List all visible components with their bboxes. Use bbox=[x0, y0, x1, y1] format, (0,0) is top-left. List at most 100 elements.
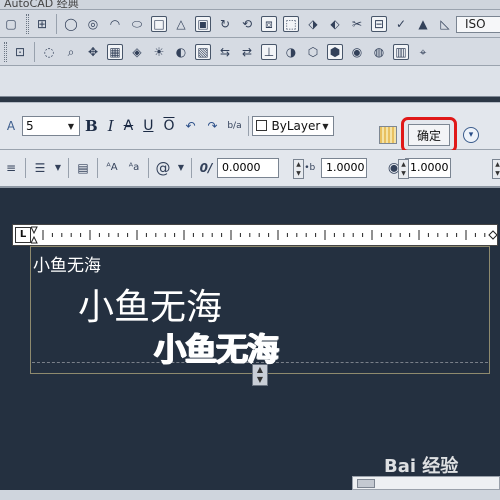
text-color-value: ByLayer bbox=[271, 119, 321, 133]
text-ruler[interactable]: L bbox=[12, 224, 498, 246]
union-tool-icon[interactable]: ⬚ bbox=[283, 15, 299, 32]
orbit-icon[interactable]: ◌ bbox=[41, 44, 57, 60]
justify-icon[interactable]: ≡ bbox=[3, 160, 19, 176]
width-spinner[interactable]: ▲ ▼ bbox=[492, 159, 500, 179]
array-icon[interactable]: ⊞ bbox=[34, 16, 50, 32]
workspace-label: AutoCAD 经典 bbox=[4, 0, 79, 10]
wireframe-icon[interactable]: ⬡ bbox=[305, 44, 321, 60]
cone-tool-icon[interactable]: △ bbox=[173, 16, 189, 32]
insert-field-icon[interactable]: ▤ bbox=[75, 160, 91, 176]
underline-button[interactable]: U bbox=[143, 118, 153, 134]
oblique-angle-icon: 0/ bbox=[199, 161, 213, 175]
symbol-icon[interactable]: @ bbox=[155, 160, 171, 176]
first-line-indent-marker bbox=[31, 226, 38, 235]
ruler-ticks bbox=[31, 226, 497, 244]
options-chevron-icon[interactable]: ▾ bbox=[463, 127, 479, 143]
sweep-tool-icon[interactable]: ⟲ bbox=[239, 16, 255, 32]
ok-button[interactable]: 确定 bbox=[408, 124, 450, 146]
toolbar-grip[interactable] bbox=[4, 41, 7, 62]
baidu-watermark: Bai 经验 bbox=[384, 456, 459, 477]
intersect-tool-icon[interactable]: ⬖ bbox=[327, 16, 343, 32]
italic-button[interactable]: I bbox=[108, 117, 114, 135]
extrude-tool-icon[interactable]: ⧈ bbox=[261, 15, 277, 32]
separator bbox=[34, 41, 35, 62]
scrollbar-thumb[interactable] bbox=[357, 479, 375, 488]
separator bbox=[248, 116, 250, 136]
ruler-toggle-icon[interactable] bbox=[379, 126, 397, 144]
ellipse-tool-icon[interactable]: ⬭ bbox=[129, 16, 145, 32]
lowercase-icon[interactable]: ᴬa bbox=[126, 160, 142, 176]
render-icon[interactable]: ▧ bbox=[195, 43, 211, 60]
workspace-icon[interactable]: ▢ bbox=[3, 16, 19, 32]
overline-button[interactable]: O bbox=[163, 118, 174, 134]
separator bbox=[56, 13, 57, 34]
separator bbox=[191, 158, 192, 178]
realistic-icon[interactable]: ◉ bbox=[349, 44, 365, 60]
fly-icon[interactable]: ⇄ bbox=[239, 44, 255, 60]
light-icon[interactable]: ☀ bbox=[151, 44, 167, 60]
ring-tool-icon[interactable]: ◎ bbox=[85, 16, 101, 32]
region-tool-icon[interactable]: ▣ bbox=[195, 15, 211, 32]
check-tool-icon[interactable]: ✓ bbox=[393, 16, 409, 32]
circle-tool-icon[interactable]: ◯ bbox=[63, 16, 79, 32]
oblique-angle-field[interactable]: 0.0000 bbox=[217, 158, 279, 178]
height-resize-handle[interactable]: ▲ ▼ bbox=[252, 364, 268, 386]
camera-icon[interactable]: ◈ bbox=[129, 44, 145, 60]
ucs-icon[interactable]: ⊥ bbox=[261, 43, 277, 60]
zoom-icon[interactable]: ⌕ bbox=[63, 44, 79, 60]
stack-button[interactable]: b/a bbox=[226, 118, 242, 134]
text-line[interactable]: 小鱼无海 bbox=[33, 251, 101, 276]
arc-tool-icon[interactable]: ◠ bbox=[107, 16, 123, 32]
separator bbox=[25, 158, 26, 178]
undo-icon[interactable]: ↶ bbox=[182, 118, 198, 134]
chevron-down-icon[interactable]: ▼ bbox=[177, 160, 185, 176]
chevron-down-icon: ▼ bbox=[322, 121, 329, 131]
tab-type-button[interactable]: L bbox=[15, 227, 31, 243]
wedge-tool-icon[interactable]: ◺ bbox=[437, 16, 453, 32]
chevron-down-icon: ▼ bbox=[67, 121, 75, 131]
pyramid-tool-icon[interactable]: ▲ bbox=[415, 16, 431, 32]
section-tool-icon[interactable]: ⊟ bbox=[371, 15, 387, 32]
layout-icon[interactable]: ▥ bbox=[393, 43, 409, 60]
strikethrough-button[interactable]: A bbox=[124, 118, 134, 134]
box-tool-icon[interactable]: □ bbox=[151, 15, 167, 32]
width-handle-marker bbox=[488, 230, 497, 240]
oblique-spinner[interactable]: ▲ ▼ bbox=[293, 159, 304, 179]
horizontal-scrollbar[interactable] bbox=[352, 476, 500, 490]
view-icon[interactable]: ⊡ bbox=[12, 44, 28, 60]
draw-toolbar: ▢ ⊞ ◯ ◎ ◠ ⬭ □ △ ▣ ↻ ⟲ ⧈ ⬚ ⬗ ⬖ ✂ ⊟ ✓ ▲ ◺ … bbox=[0, 10, 500, 38]
slice-tool-icon[interactable]: ✂ bbox=[349, 16, 365, 32]
workspace-toolbar: AutoCAD 经典 bbox=[0, 0, 500, 10]
separator bbox=[97, 158, 98, 178]
annotation-scale-dropdown[interactable]: ISO bbox=[456, 16, 500, 33]
paragraph-indent-marker bbox=[31, 235, 38, 244]
pan-icon[interactable]: ✥ bbox=[85, 44, 101, 60]
paragraph-toolbar: ≡ ☰ ▼ ▤ ᴬA ᴬa @ ▼ 0/ 0.0000 a•b 1.0000 ◉… bbox=[0, 150, 500, 188]
conceptual-icon[interactable]: ◍ bbox=[371, 44, 387, 60]
visual-style-icon[interactable]: ◑ bbox=[283, 44, 299, 60]
toolbar-grip[interactable] bbox=[26, 13, 29, 34]
snap-icon[interactable]: ⌖ bbox=[415, 44, 431, 60]
modeling-toolbar: ⊡ ◌ ⌕ ✥ ▦ ◈ ☀ ◐ ▧ ⇆ ⇄ ⊥ ◑ ⬡ ⬢ ◉ ◍ ▥ ⌖ bbox=[0, 38, 500, 66]
tracking-spinner[interactable]: ▲ ▼ bbox=[398, 159, 409, 179]
redo-icon[interactable]: ↷ bbox=[204, 118, 220, 134]
text-line[interactable]: 小鱼无海 bbox=[78, 278, 222, 330]
tracking-field[interactable]: 1.0000 bbox=[321, 158, 367, 178]
autocad-window: AutoCAD 经典 ▢ ⊞ ◯ ◎ ◠ ⬭ □ △ ▣ ↻ ⟲ ⧈ ⬚ ⬗ ⬖… bbox=[0, 0, 500, 500]
walk-icon[interactable]: ⇆ bbox=[217, 44, 233, 60]
material-icon[interactable]: ◐ bbox=[173, 44, 189, 60]
numbering-icon[interactable]: ☰ bbox=[32, 160, 48, 176]
text-color-dropdown[interactable]: ByLayer ▼ bbox=[252, 116, 335, 136]
chevron-down-icon[interactable]: ▼ bbox=[54, 160, 62, 176]
viewport-icon[interactable]: ▦ bbox=[107, 43, 123, 60]
subtract-tool-icon[interactable]: ⬗ bbox=[305, 16, 321, 32]
bold-button[interactable]: B bbox=[85, 117, 98, 135]
uppercase-icon[interactable]: ᴬA bbox=[104, 160, 120, 176]
text-height-dropdown[interactable]: 5 ▼ bbox=[22, 116, 80, 136]
style-icon[interactable]: A bbox=[3, 118, 19, 134]
shaded-icon[interactable]: ⬢ bbox=[327, 43, 343, 60]
width-factor-field[interactable]: 1.0000 bbox=[405, 158, 451, 178]
text-line-bold-content: 小鱼无海 bbox=[154, 330, 279, 368]
toolbar-gap bbox=[0, 66, 500, 97]
rotate-tool-icon[interactable]: ↻ bbox=[217, 16, 233, 32]
